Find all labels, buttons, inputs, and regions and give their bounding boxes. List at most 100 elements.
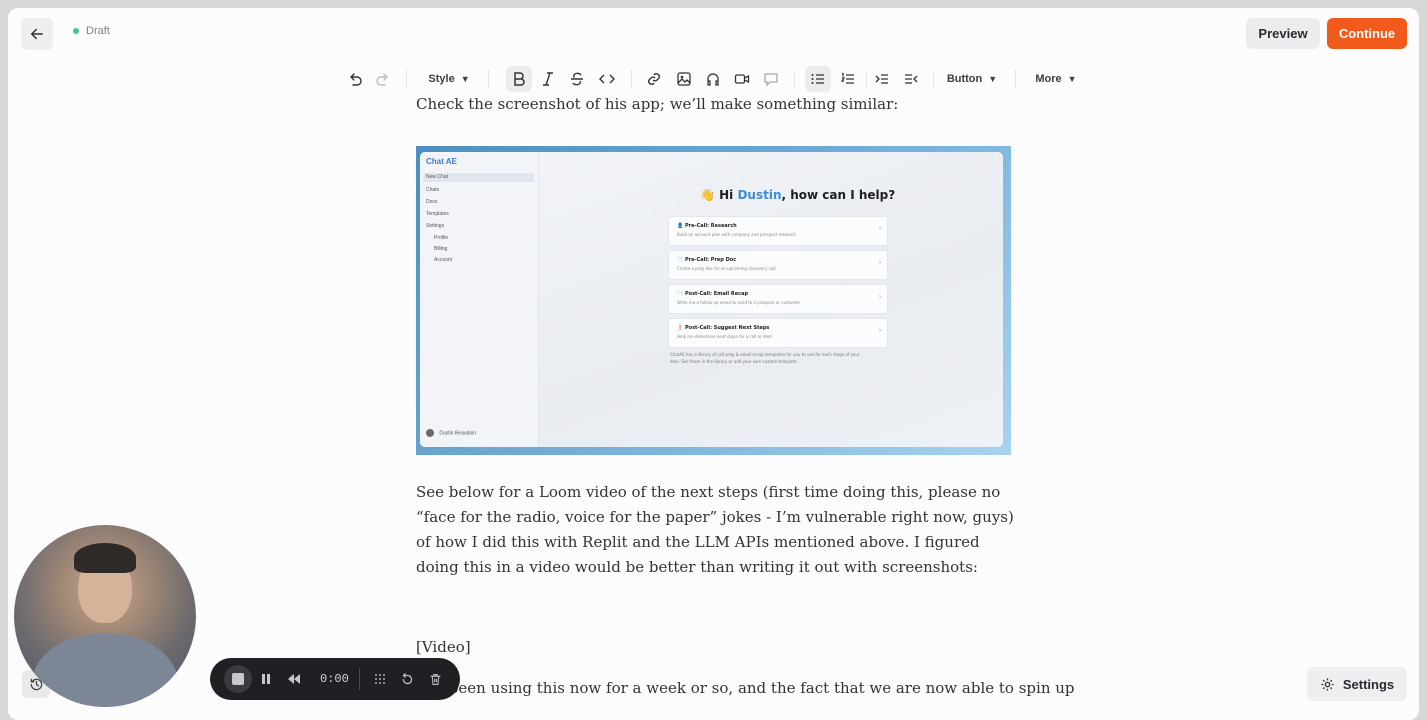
greeting-prefix: 👋 Hi <box>700 188 738 202</box>
numbered-list-icon[interactable] <box>836 66 860 92</box>
screenshot-sidebar-item: New Chat <box>423 173 534 182</box>
greeting-name: Dustin <box>737 188 782 202</box>
screenshot-user: Dustin Beaudoin <box>426 429 476 437</box>
video-icon[interactable] <box>730 66 754 92</box>
card-title: ❗ Post-Call: Suggest Next Steps <box>677 325 770 331</box>
avatar <box>426 429 434 437</box>
app-screenshot-window: Chat AE New Chat Chats Docs Templates Se… <box>420 152 1003 447</box>
stop-button[interactable] <box>224 665 252 693</box>
screenshot-card: ❗ Post-Call: Suggest Next Steps Help me … <box>668 318 888 348</box>
status-dot-icon <box>73 28 79 34</box>
card-desc: Build an account plan with company and p… <box>677 232 796 237</box>
bold-icon[interactable] <box>506 66 532 92</box>
restart-button[interactable] <box>394 665 422 693</box>
embedded-app-screenshot[interactable]: Chat AE New Chat Chats Docs Templates Se… <box>416 146 1011 455</box>
screenshot-greeting: 👋 Hi Dustin, how can I help? <box>700 188 895 202</box>
rewind-icon <box>288 674 300 684</box>
screenshot-sidebar: Chat AE New Chat Chats Docs Templates Se… <box>420 152 539 447</box>
settings-button[interactable]: Settings <box>1307 667 1407 701</box>
screenshot-card: ✉️ Post-Call: Email Recap Write me a fol… <box>668 284 888 314</box>
video-placeholder[interactable]: [Video] <box>416 638 471 656</box>
screenshot-sidebar-item: Templates <box>426 211 449 217</box>
grip-icon <box>374 674 385 684</box>
more-label: More <box>1035 73 1062 85</box>
card-desc: Write me a follow-up email to send to a … <box>677 300 801 305</box>
delete-button[interactable] <box>422 665 450 693</box>
screenshot-sidebar-subitem: Account <box>434 257 453 263</box>
preview-button[interactable]: Preview <box>1246 18 1320 49</box>
redo-icon[interactable] <box>372 66 394 92</box>
screenshot-footer-text: ChatAE has a library of call prep & emai… <box>670 352 860 364</box>
toolbar-divider <box>1015 70 1016 88</box>
italic-icon[interactable] <box>536 66 560 92</box>
toolbar-divider <box>406 70 407 88</box>
comment-icon[interactable] <box>759 66 783 92</box>
caret-down-icon: ▼ <box>1067 74 1077 84</box>
indent-icon[interactable] <box>870 66 894 92</box>
screenshot-sidebar-item: Settings <box>426 223 445 229</box>
undo-icon[interactable] <box>344 66 366 92</box>
toolbar-divider <box>488 70 489 88</box>
chevron-right-icon: › <box>879 328 881 334</box>
greeting-suffix: , how can I help? <box>781 188 896 202</box>
code-icon[interactable] <box>594 66 620 92</box>
status-label: Draft <box>86 25 110 37</box>
settings-label: Settings <box>1342 676 1395 692</box>
caret-down-icon: ▼ <box>460 74 470 84</box>
link-icon[interactable] <box>642 66 666 92</box>
paragraph[interactable]: See below for a Loom video of the next s… <box>416 480 1016 580</box>
screenshot-sidebar-subitem: Profile <box>434 235 449 241</box>
style-label: Style <box>428 73 455 85</box>
card-desc: Help me determine next steps for a call … <box>677 334 772 339</box>
paragraph[interactable]: Check the screenshot of his app; we’ll m… <box>416 95 898 113</box>
toolbar-divider <box>794 70 795 88</box>
button-dropdown-label: Button <box>946 73 983 85</box>
screenshot-sidebar-item: Docs <box>426 199 438 205</box>
screenshot-sidebar-item: Chats <box>426 187 440 193</box>
card-desc: Create a prep doc for an upcoming discov… <box>677 266 776 271</box>
outdent-icon[interactable] <box>899 66 923 92</box>
recording-controls: 0:00 <box>210 658 460 700</box>
card-title: 📄 Pre-Call: Prep Doc <box>677 257 737 263</box>
card-title: ✉️ Post-Call: Email Recap <box>677 291 749 297</box>
audio-icon[interactable] <box>701 66 725 92</box>
rewind-button[interactable] <box>280 665 308 693</box>
screenshot-logo: Chat AE <box>426 157 457 166</box>
restart-icon <box>402 672 413 684</box>
webcam-person-hair <box>74 543 136 573</box>
trash-icon <box>430 673 441 685</box>
chevron-right-icon: › <box>879 226 881 232</box>
toolbar-divider <box>631 70 632 88</box>
screenshot-sidebar-subitem: Billing <box>434 246 448 252</box>
webcam-person-body <box>32 633 178 707</box>
toolbar-divider <box>866 70 867 88</box>
arrow-left-icon <box>30 28 44 40</box>
paragraph[interactable]: I’ve been using this now for a week or s… <box>416 679 1075 697</box>
gear-icon <box>1321 677 1334 691</box>
back-button[interactable] <box>21 18 53 50</box>
style-dropdown[interactable]: Style ▼ <box>424 66 474 92</box>
webcam-bubble[interactable] <box>14 525 196 707</box>
screenshot-card: 👤 Pre-Call: Research Build an account pl… <box>668 216 888 246</box>
image-icon[interactable] <box>672 66 696 92</box>
card-title: 👤 Pre-Call: Research <box>677 223 737 229</box>
draft-status: Draft <box>73 25 110 37</box>
editor-window: Draft Preview Continue Style ▼ Button ▼ … <box>8 8 1419 720</box>
screenshot-card: 📄 Pre-Call: Prep Doc Create a prep doc f… <box>668 250 888 280</box>
more-dropdown[interactable]: More ▼ <box>1033 66 1079 92</box>
continue-button[interactable]: Continue <box>1327 18 1407 49</box>
screenshot-user-name: Dustin Beaudoin <box>439 430 477 437</box>
recording-timer: 0:00 <box>320 672 349 686</box>
button-dropdown[interactable]: Button ▼ <box>944 66 1000 92</box>
bullet-list-icon[interactable] <box>805 66 831 92</box>
chevron-right-icon: › <box>879 260 881 266</box>
caret-down-icon: ▼ <box>988 74 998 84</box>
recorder-divider <box>358 668 360 690</box>
stop-icon <box>232 673 244 685</box>
formatting-toolbar: Style ▼ Button ▼ More ▼ <box>338 66 1098 92</box>
strikethrough-icon[interactable] <box>565 66 589 92</box>
chevron-right-icon: › <box>879 294 881 300</box>
pause-button[interactable] <box>252 665 280 693</box>
toolbar-divider <box>933 70 934 88</box>
drag-handle[interactable] <box>366 665 394 693</box>
